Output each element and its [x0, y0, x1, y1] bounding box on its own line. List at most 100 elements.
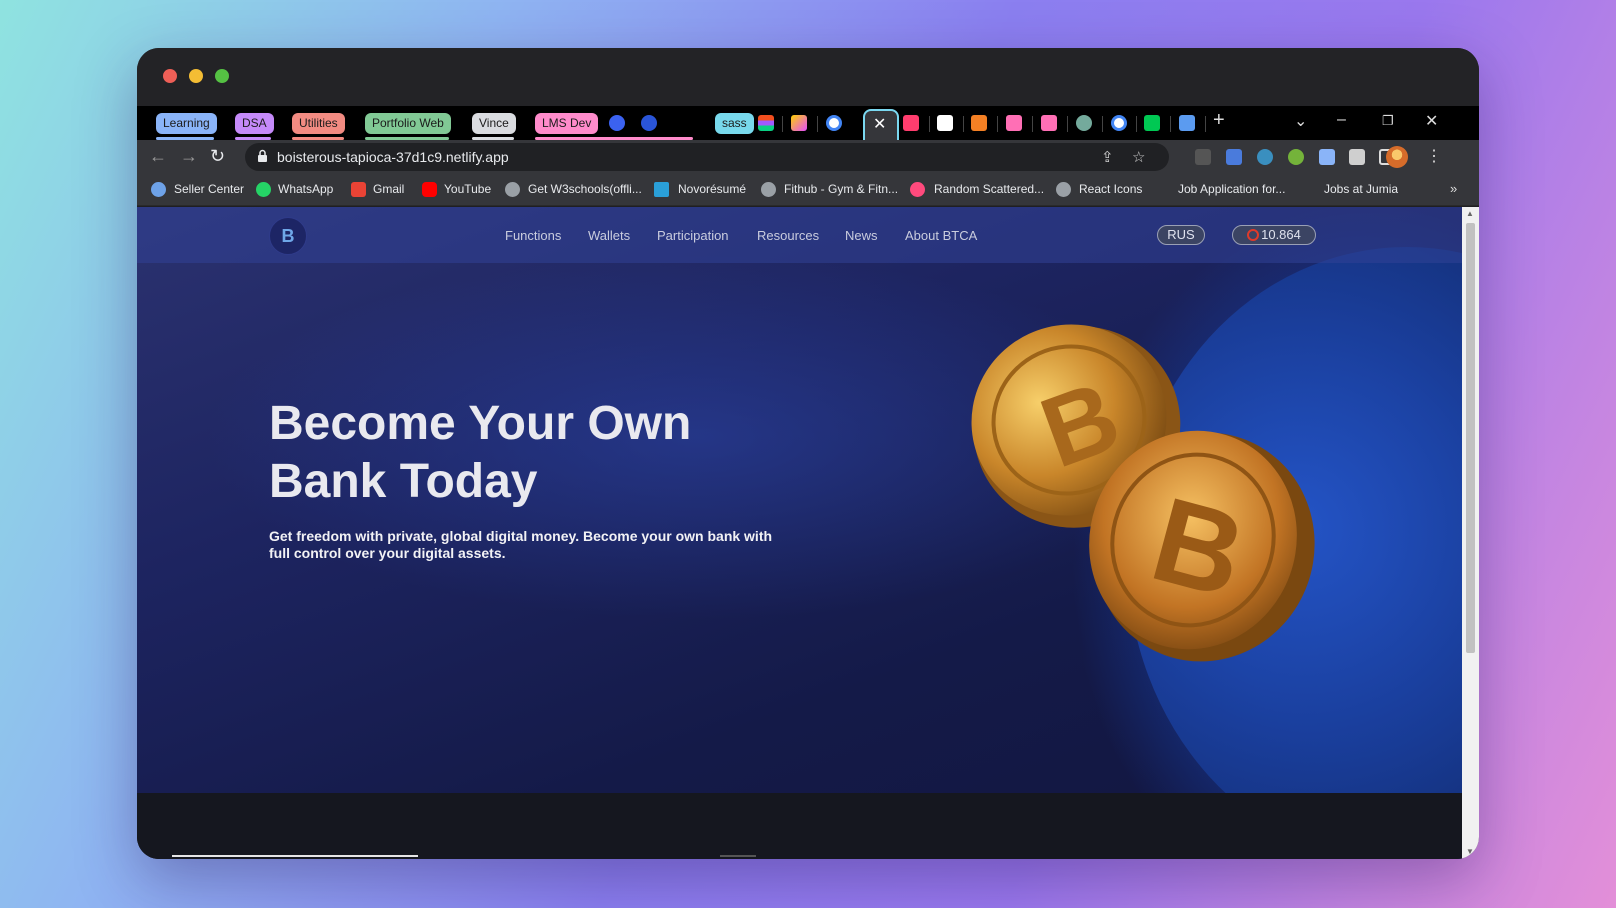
language-toggle[interactable]: RUS — [1157, 225, 1205, 245]
tab-group-portfolio-web[interactable]: Portfolio Web — [365, 113, 451, 134]
bookmark-random-scattered[interactable]: Random Scattered... — [934, 182, 1044, 196]
profile-avatar[interactable] — [1386, 146, 1408, 168]
tab-separator — [782, 116, 783, 132]
google-tab-icon[interactable] — [826, 115, 842, 131]
site-navbar: B Functions Wallets Participation Resour… — [137, 207, 1462, 263]
tab-separator — [963, 116, 964, 132]
tab-separator — [817, 116, 818, 132]
tab-close-icon[interactable]: ✕ — [873, 114, 886, 134]
bookmark-seller-center[interactable]: Seller Center — [174, 182, 244, 196]
address-bar[interactable]: boisterous-tapioca-37d1c9.netlify.app ⇪ … — [245, 143, 1169, 171]
menu-kebab-icon[interactable]: ⋮ — [1426, 146, 1442, 166]
section-divider — [172, 855, 418, 857]
section-divider — [720, 855, 756, 857]
tab-separator — [929, 116, 930, 132]
page-scrollbar[interactable]: ▲ ▼ — [1462, 207, 1479, 859]
bookmark-star-icon[interactable]: ☆ — [1132, 148, 1145, 166]
nav-news[interactable]: News — [845, 228, 878, 243]
balance-badge[interactable]: 10.864 — [1232, 225, 1316, 245]
restore-button[interactable]: ❐ — [1382, 113, 1394, 129]
novoresume-icon — [654, 182, 669, 197]
docs-tab-icon[interactable] — [1179, 115, 1195, 131]
globe-icon — [151, 182, 166, 197]
globe-icon — [1056, 182, 1071, 197]
translate-extension-icon[interactable] — [1226, 149, 1242, 165]
whatsapp-icon — [256, 182, 271, 197]
bookmark-w3schools[interactable]: Get W3schools(offli... — [528, 182, 642, 196]
nav-participation[interactable]: Participation — [657, 228, 729, 243]
minimize-window-button[interactable] — [189, 69, 203, 83]
react-devtools-extension-icon[interactable] — [1257, 149, 1273, 165]
bookmark-jobs-at-jumia[interactable]: Jobs at Jumia — [1324, 182, 1398, 196]
chatgpt-tab-icon[interactable] — [1076, 115, 1092, 131]
vite-tab-icon[interactable] — [791, 115, 807, 131]
minimize-button[interactable]: – — [1337, 111, 1346, 129]
scroll-up-arrow-icon[interactable]: ▲ — [1466, 209, 1474, 218]
tab-group-dsa[interactable]: DSA — [235, 113, 274, 134]
bookmark-gmail[interactable]: Gmail — [373, 182, 404, 196]
url-text[interactable]: boisterous-tapioca-37d1c9.netlify.app — [277, 149, 509, 165]
gmail-icon — [351, 182, 366, 197]
globe-icon — [505, 182, 520, 197]
forward-button[interactable]: → — [180, 146, 198, 167]
bookmark-whatsapp[interactable]: WhatsApp — [278, 182, 333, 196]
document-tab-icon[interactable] — [937, 115, 953, 131]
nav-resources[interactable]: Resources — [757, 228, 819, 243]
toolbar: ← → ↻ boisterous-tapioca-37d1c9.netlify.… — [137, 140, 1479, 174]
figma-tab-icon[interactable] — [758, 115, 774, 131]
app-tab-icon[interactable] — [1144, 115, 1160, 131]
app-tab-icon[interactable] — [1041, 115, 1057, 131]
nav-wallets[interactable]: Wallets — [588, 228, 630, 243]
hero-headline: Become Your Own Bank Today — [269, 397, 692, 508]
share-icon[interactable]: ⇪ — [1101, 148, 1114, 166]
balance-value: 10.864 — [1261, 227, 1301, 242]
hero-section: B Functions Wallets Participation Resour… — [137, 207, 1462, 859]
site-logo[interactable]: B — [269, 217, 307, 255]
maximize-window-button[interactable] — [215, 69, 229, 83]
back-button[interactable]: ← — [149, 146, 167, 167]
new-tab-button[interactable]: + — [1213, 109, 1225, 132]
frog-extension-icon[interactable] — [1288, 149, 1304, 165]
app-tab-icon[interactable] — [1006, 115, 1022, 131]
tab-separator — [997, 116, 998, 132]
tab-group-learning[interactable]: Learning — [156, 113, 217, 134]
nav-about-btca[interactable]: About BTCA — [905, 228, 977, 243]
stackoverflow-tab-icon[interactable] — [971, 115, 987, 131]
meet-tab-icon[interactable] — [609, 115, 625, 131]
bookmark-youtube[interactable]: YouTube — [444, 182, 491, 196]
bookmarks-overflow-button[interactable]: » — [1450, 181, 1457, 196]
app-tab-icon[interactable] — [903, 115, 919, 131]
bookmark-novoresume[interactable]: Novorésumé — [678, 182, 746, 196]
tab-separator — [1170, 116, 1171, 132]
docs-extension-icon[interactable] — [1319, 149, 1335, 165]
tab-group-vince[interactable]: Vince — [472, 113, 516, 134]
coin-icon — [1247, 229, 1260, 241]
google-tab-icon[interactable] — [1111, 115, 1127, 131]
reload-button[interactable]: ↻ — [210, 146, 225, 167]
pen-extension-icon[interactable] — [1195, 149, 1211, 165]
tab-search-chevron-icon[interactable]: ⌄ — [1294, 111, 1307, 131]
bookmark-job-application[interactable]: Job Application for... — [1178, 182, 1285, 196]
close-button[interactable]: ✕ — [1425, 111, 1438, 131]
tab-separator — [1067, 116, 1068, 132]
browser-window: Learning DSA Utilities Portfolio Web Vin… — [137, 48, 1479, 859]
tab-group-sass[interactable]: sass — [715, 113, 754, 134]
bookmark-fithub[interactable]: Fithub - Gym & Fitn... — [784, 182, 898, 196]
bookmark-react-icons[interactable]: React Icons — [1079, 182, 1142, 196]
lock-icon[interactable] — [257, 149, 268, 163]
tab-separator — [1205, 116, 1206, 132]
tab-group-utilities[interactable]: Utilities — [292, 113, 345, 134]
page-viewport: B Functions Wallets Participation Resour… — [137, 207, 1462, 859]
youtube-icon — [422, 182, 437, 197]
active-tab[interactable]: ✕ — [863, 109, 899, 140]
scrollbar-thumb[interactable] — [1466, 223, 1475, 653]
extensions-puzzle-icon[interactable] — [1349, 149, 1365, 165]
tab-group-lms-dev[interactable]: LMS Dev — [535, 113, 599, 134]
tab-strip: Learning DSA Utilities Portfolio Web Vin… — [137, 106, 1479, 140]
app-tab-icon[interactable] — [641, 115, 657, 131]
tab-separator — [1136, 116, 1137, 132]
nav-functions[interactable]: Functions — [505, 228, 561, 243]
title-bar — [137, 48, 1479, 106]
scroll-down-arrow-icon[interactable]: ▼ — [1466, 847, 1474, 856]
close-window-button[interactable] — [163, 69, 177, 83]
